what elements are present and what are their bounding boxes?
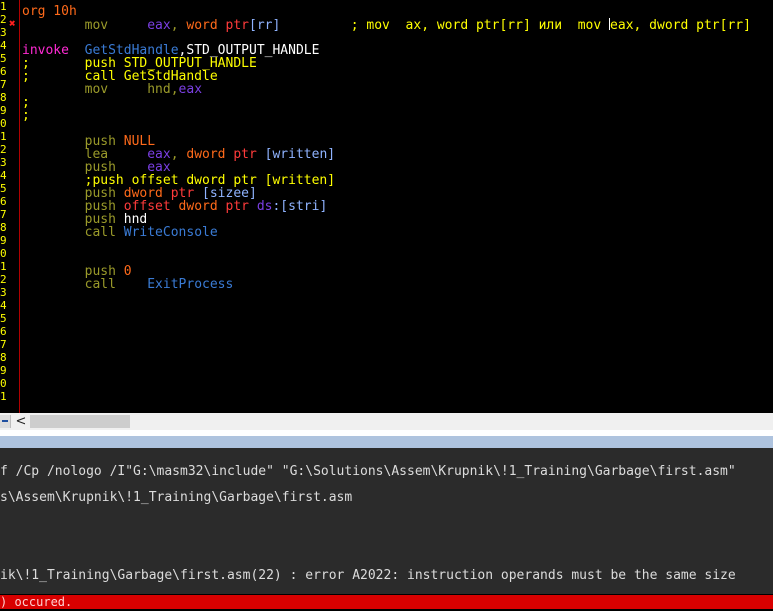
line-number: 3 bbox=[0, 286, 7, 299]
line-number: 8 bbox=[0, 91, 7, 104]
code-token: ds bbox=[256, 199, 273, 214]
output-line[interactable]: ik\!1_Training\Garbage\first.asm(22) : e… bbox=[0, 569, 736, 583]
line-number: 7 bbox=[0, 78, 7, 91]
code-token: WriteConsole bbox=[123, 225, 218, 240]
code-editor[interactable]: 1234567890123456789012345678901 ✖ org 10… bbox=[0, 0, 773, 413]
code-line[interactable]: call ExitProcess bbox=[22, 277, 234, 292]
code-token: eax bbox=[178, 82, 203, 97]
code-token: call bbox=[22, 225, 124, 240]
scroll-left-arrow-icon[interactable]: < bbox=[14, 413, 28, 430]
output-pane-header[interactable] bbox=[0, 436, 773, 448]
output-line[interactable]: s\Assem\Krupnik\!1_Training\Garbage\firs… bbox=[0, 491, 352, 505]
line-number: 9 bbox=[0, 364, 7, 377]
line-number-gutter: 1234567890123456789012345678901 bbox=[0, 0, 19, 413]
code-token: org 10h bbox=[22, 4, 77, 19]
code-line[interactable]: org 10h bbox=[22, 5, 77, 18]
line-number: 6 bbox=[0, 195, 7, 208]
code-token: :[stri] bbox=[272, 199, 328, 214]
line-number: 0 bbox=[0, 377, 7, 390]
code-token: mov hnd, bbox=[22, 82, 179, 97]
line-number: 0 bbox=[0, 247, 7, 260]
line-number: 9 bbox=[0, 234, 7, 247]
line-number: 2 bbox=[0, 273, 7, 286]
code-token: eax bbox=[147, 18, 171, 33]
code-token: dword bbox=[178, 199, 226, 214]
code-token: ptr bbox=[225, 199, 257, 214]
line-number: 4 bbox=[0, 299, 7, 312]
status-message: ) occured. bbox=[0, 595, 73, 609]
line-number: 1 bbox=[0, 390, 7, 403]
line-number: 1 bbox=[0, 0, 7, 13]
code-line[interactable]: ; bbox=[22, 109, 30, 122]
line-number: 7 bbox=[0, 208, 7, 221]
code-token: , bbox=[170, 18, 187, 33]
line-number: 0 bbox=[0, 117, 7, 130]
line-number: 4 bbox=[0, 169, 7, 182]
line-number: 1 bbox=[0, 260, 7, 273]
code-token: ; bbox=[22, 108, 30, 123]
horizontal-scrollbar[interactable]: < bbox=[0, 413, 773, 430]
line-number: 3 bbox=[0, 156, 7, 169]
code-token: word bbox=[186, 18, 226, 33]
split-view-icon[interactable] bbox=[0, 415, 11, 428]
code-token: eax, dword ptr[rr] bbox=[610, 18, 751, 33]
scroll-thumb[interactable] bbox=[30, 415, 130, 428]
line-number: 5 bbox=[0, 52, 7, 65]
output-line[interactable]: f /Cp /nologo /I"G:\masm32\include" "G:\… bbox=[0, 465, 736, 479]
code-token: [written] bbox=[264, 147, 336, 162]
line-number: 4 bbox=[0, 39, 7, 52]
code-token: mov bbox=[22, 18, 148, 33]
code-line[interactable]: call WriteConsole bbox=[22, 226, 218, 239]
code-line[interactable]: mov hnd,eax bbox=[22, 83, 202, 96]
code-token: ; mov ax, word ptr[rr] или mov bbox=[280, 18, 610, 33]
code-token: dword bbox=[186, 147, 234, 162]
line-number: 1 bbox=[0, 130, 7, 143]
line-number: 7 bbox=[0, 338, 7, 351]
line-number: 8 bbox=[0, 351, 7, 364]
line-number: 8 bbox=[0, 221, 7, 234]
line-number: 6 bbox=[0, 325, 7, 338]
code-token: , bbox=[170, 147, 187, 162]
line-number: 5 bbox=[0, 182, 7, 195]
line-number: 6 bbox=[0, 65, 7, 78]
line-number: 2 bbox=[0, 143, 7, 156]
code-token: ExitProcess bbox=[147, 277, 234, 292]
gutter-divider bbox=[19, 0, 20, 413]
code-token: call bbox=[22, 277, 148, 292]
error-marker-icon[interactable]: ✖ bbox=[9, 18, 16, 29]
code-token: [rr] bbox=[249, 18, 281, 33]
line-number: 9 bbox=[0, 104, 7, 117]
code-token: ptr bbox=[225, 18, 249, 33]
build-output-panel[interactable]: f /Cp /nologo /I"G:\masm32\include" "G:\… bbox=[0, 448, 773, 594]
status-bar: ) occured. bbox=[0, 595, 773, 609]
line-number: 5 bbox=[0, 312, 7, 325]
code-line[interactable]: mov eax, word ptr[rr] ; mov ax, word ptr… bbox=[22, 18, 751, 33]
code-token: ptr bbox=[233, 147, 265, 162]
